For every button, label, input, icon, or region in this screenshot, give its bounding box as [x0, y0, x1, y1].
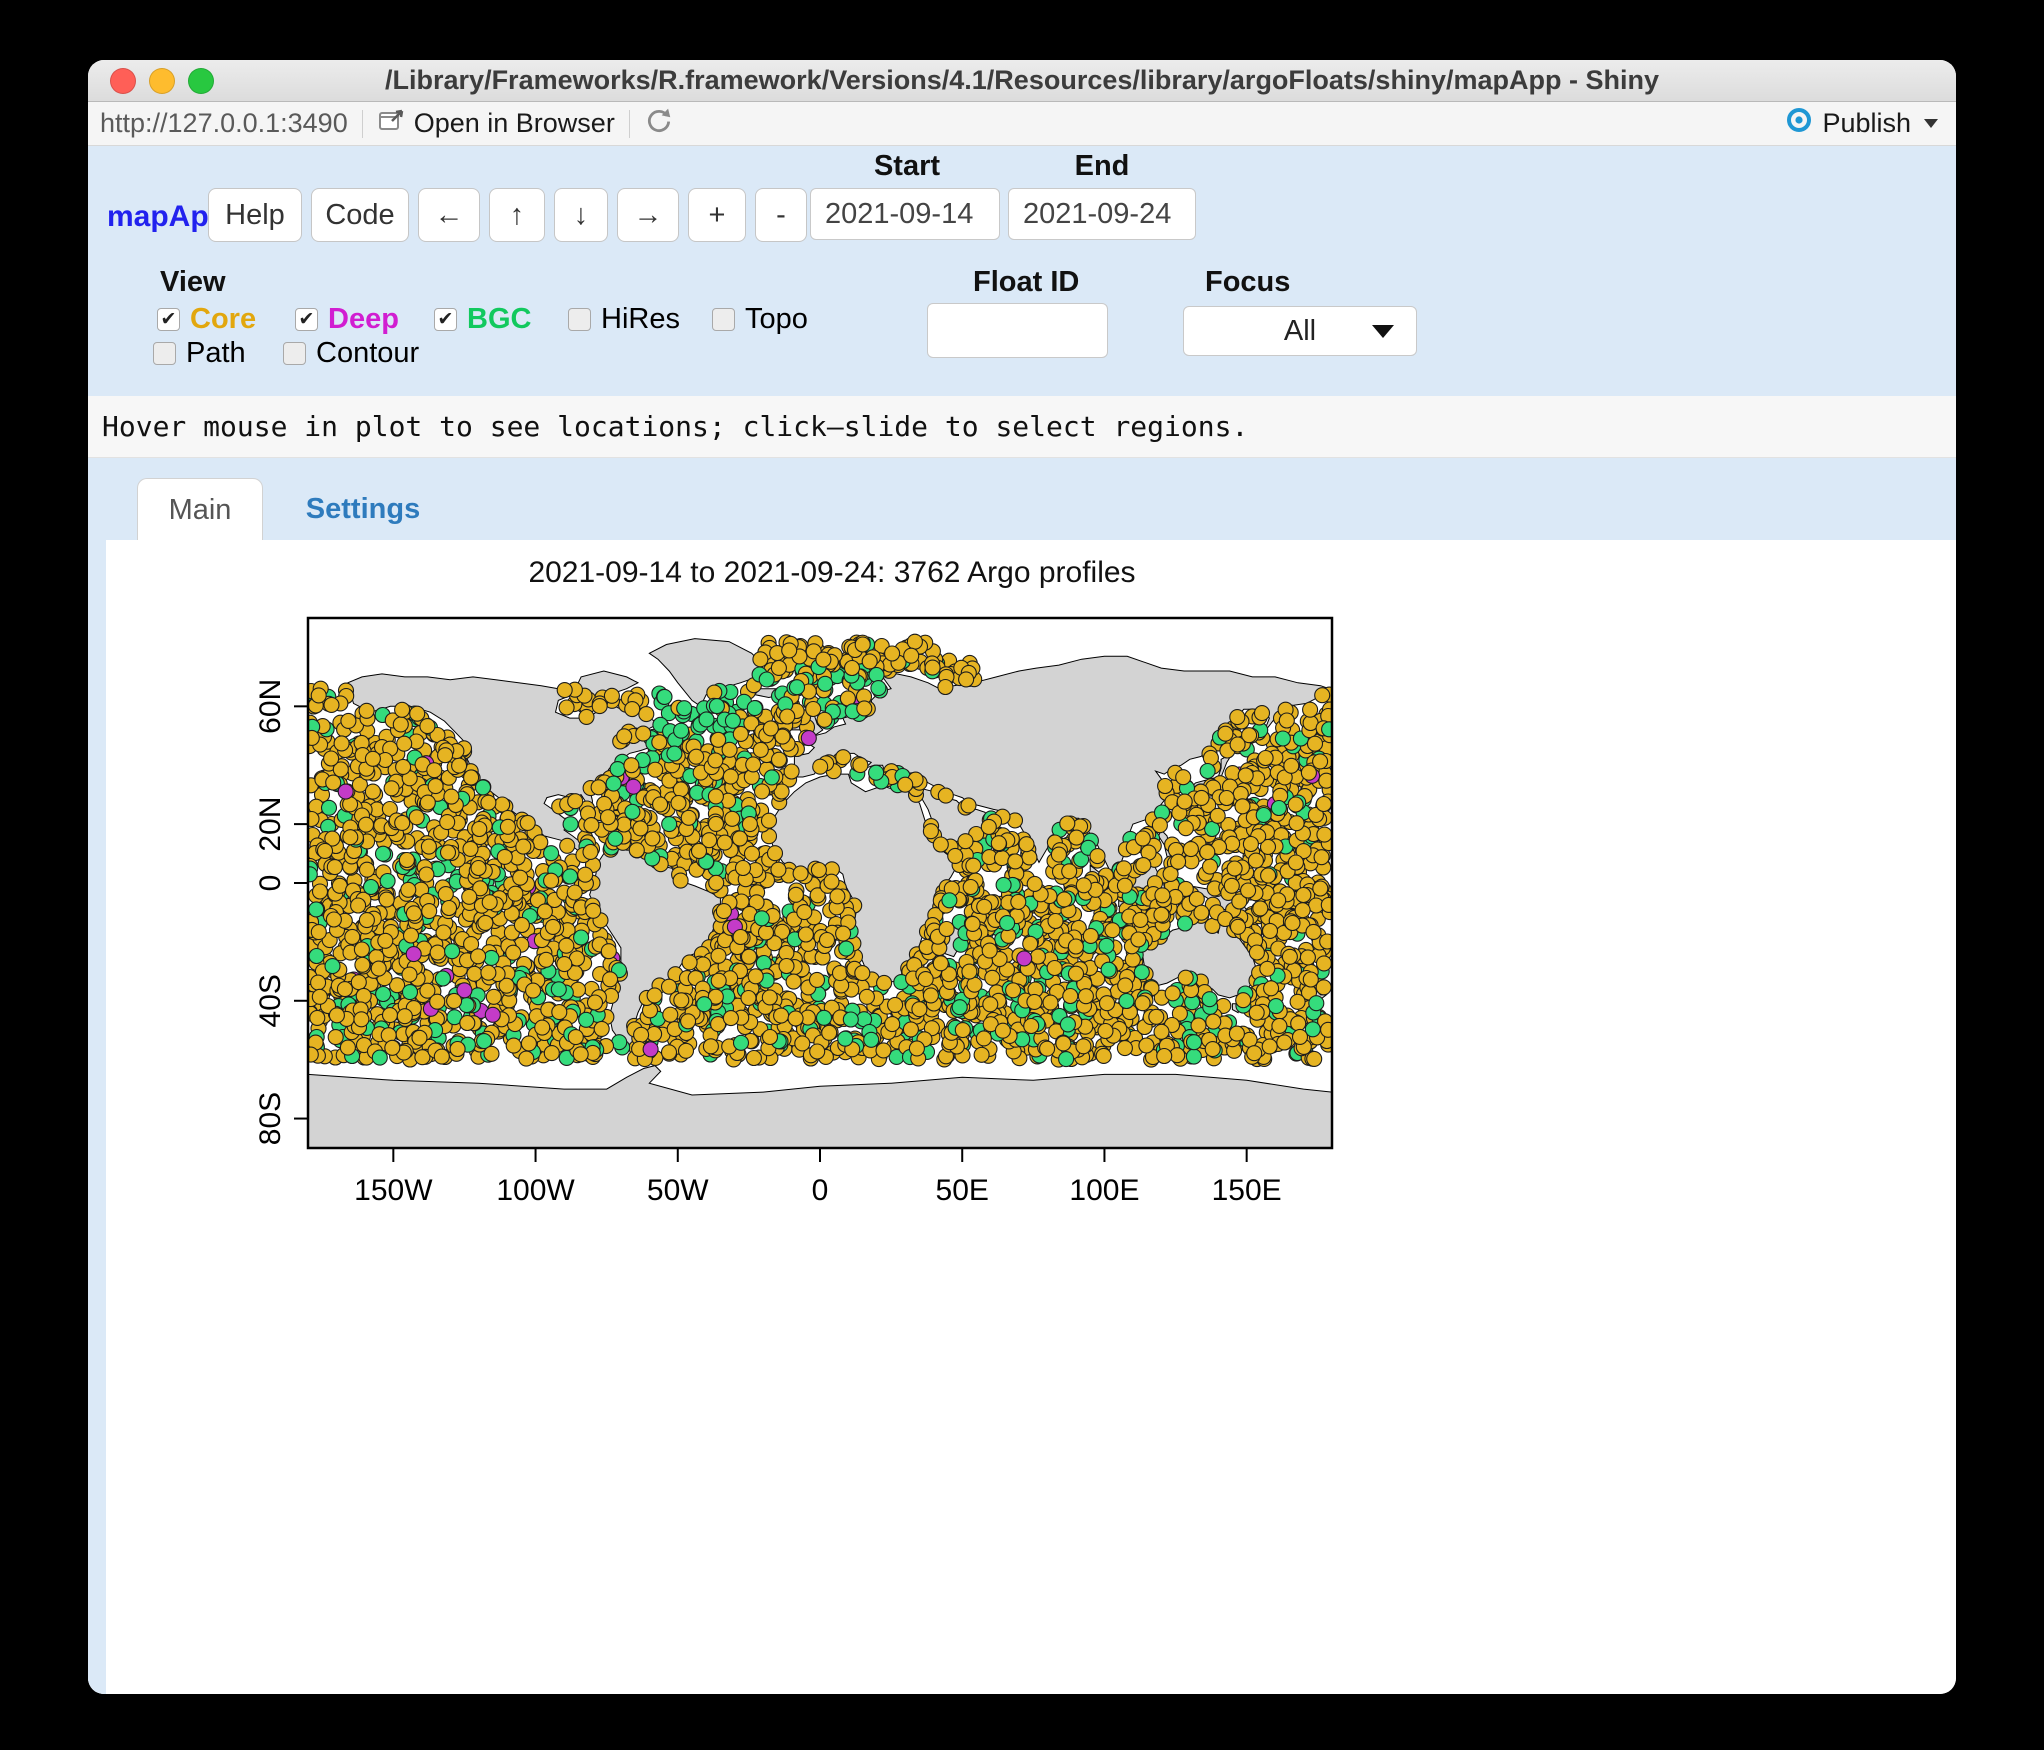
- core-label: Core: [190, 302, 257, 335]
- checkbox-bgc[interactable]: BGC: [434, 302, 532, 335]
- svg-text:40S: 40S: [254, 974, 287, 1027]
- tab-main[interactable]: Main: [137, 478, 263, 541]
- close-button[interactable]: [110, 68, 136, 94]
- tab-strip: Main Settings: [88, 458, 1956, 541]
- chevron-down-icon: [1924, 119, 1938, 128]
- checkbox-topo[interactable]: Topo: [712, 302, 808, 335]
- zoom-out-button[interactable]: -: [755, 188, 807, 242]
- svg-text:0: 0: [812, 1174, 829, 1207]
- left-gutter: [88, 540, 106, 1694]
- world-map[interactable]: 150W 100W 50W 0 50E 100E 150E 60N 20N 0 40S 80S: [220, 600, 1480, 1260]
- pan-right-button[interactable]: →: [617, 188, 679, 242]
- focus-select[interactable]: All: [1183, 306, 1417, 356]
- pan-up-button[interactable]: ↑: [489, 188, 545, 242]
- code-button[interactable]: Code: [311, 188, 409, 242]
- browser-bar: http://127.0.0.1:3490 Open in Browser Pu…: [88, 102, 1956, 146]
- pan-left-button[interactable]: ←: [418, 188, 480, 242]
- hires-label: HiRes: [601, 302, 680, 335]
- divider: [361, 109, 363, 138]
- main-content: 2021-09-14 to 2021-09-24: 3762 Argo prof…: [88, 540, 1956, 1694]
- open-in-browser-label: Open in Browser: [413, 108, 615, 138]
- float-id-input[interactable]: [927, 303, 1108, 358]
- start-date-label: Start: [873, 150, 941, 182]
- svg-text:20N: 20N: [254, 797, 287, 852]
- focus-label: Focus: [1205, 266, 1291, 298]
- checkbox-hires[interactable]: HiRes: [568, 302, 680, 335]
- divider: [628, 109, 630, 138]
- topo-label: Topo: [745, 302, 808, 335]
- checkbox-contour[interactable]: Contour: [283, 336, 420, 369]
- status-message: Hover mouse in plot to see locations; cl…: [102, 410, 1249, 443]
- url-text: http://127.0.0.1:3490: [100, 108, 348, 138]
- svg-text:50W: 50W: [647, 1174, 709, 1207]
- bgc-label: BGC: [467, 302, 532, 335]
- checkbox-deep[interactable]: Deep: [295, 302, 399, 335]
- publish-icon: [1785, 106, 1813, 141]
- plot-title: 2021-09-14 to 2021-09-24: 3762 Argo prof…: [528, 556, 1136, 589]
- app-window: /Library/Frameworks/R.framework/Versions…: [88, 60, 1956, 1694]
- argo-map-plot[interactable]: 150W 100W 50W 0 50E 100E 150E 60N 20N 0 40S 80S: [220, 600, 1480, 1260]
- svg-text:60N: 60N: [254, 679, 287, 734]
- end-date-label: End: [1074, 150, 1130, 182]
- chevron-down-icon: [1372, 325, 1394, 338]
- contour-checkbox[interactable]: [283, 341, 306, 365]
- control-panel: mapApp Help Code ← ↑ ↓ → + - Start End V…: [88, 146, 1956, 396]
- svg-text:150E: 150E: [1212, 1174, 1282, 1207]
- pan-down-button[interactable]: ↓: [554, 188, 608, 242]
- checkbox-core[interactable]: Core: [157, 302, 257, 335]
- deep-checkbox[interactable]: [295, 307, 318, 331]
- refresh-icon[interactable]: [644, 106, 674, 141]
- svg-text:50E: 50E: [936, 1174, 989, 1207]
- focus-select-value: All: [1283, 314, 1317, 347]
- path-label: Path: [186, 336, 246, 369]
- path-checkbox[interactable]: [153, 341, 176, 365]
- window-title: /Library/Frameworks/R.framework/Versions…: [385, 65, 1659, 95]
- checkbox-path[interactable]: Path: [153, 336, 246, 369]
- bgc-checkbox[interactable]: [434, 307, 457, 331]
- topo-checkbox[interactable]: [712, 307, 735, 331]
- hires-checkbox[interactable]: [568, 307, 591, 331]
- end-date-input[interactable]: [1008, 188, 1196, 240]
- open-in-browser-icon: [377, 106, 405, 141]
- svg-text:150W: 150W: [354, 1174, 433, 1207]
- deep-label: Deep: [328, 302, 399, 335]
- svg-text:80S: 80S: [254, 1092, 287, 1145]
- view-label: View: [160, 266, 226, 298]
- status-bar: Hover mouse in plot to see locations; cl…: [88, 396, 1956, 458]
- svg-text:100W: 100W: [496, 1174, 575, 1207]
- float-id-label: Float ID: [973, 266, 1080, 298]
- minimize-button[interactable]: [149, 68, 175, 94]
- publish-button[interactable]: Publish: [1785, 106, 1938, 141]
- open-in-browser-button[interactable]: Open in Browser: [377, 106, 615, 141]
- nav-button-row: Help Code ← ↑ ↓ → + -: [208, 188, 807, 242]
- start-date-input[interactable]: [810, 188, 1000, 240]
- title-bar: /Library/Frameworks/R.framework/Versions…: [88, 60, 1956, 102]
- publish-label: Publish: [1822, 108, 1911, 138]
- svg-text:100E: 100E: [1069, 1174, 1139, 1207]
- contour-label: Contour: [316, 336, 420, 369]
- zoom-button[interactable]: [188, 68, 214, 94]
- core-checkbox[interactable]: [157, 307, 180, 331]
- zoom-in-button[interactable]: +: [688, 188, 746, 242]
- svg-text:0: 0: [254, 875, 287, 892]
- window-controls: [110, 68, 214, 94]
- help-button[interactable]: Help: [208, 188, 302, 242]
- tab-settings[interactable]: Settings: [273, 478, 453, 541]
